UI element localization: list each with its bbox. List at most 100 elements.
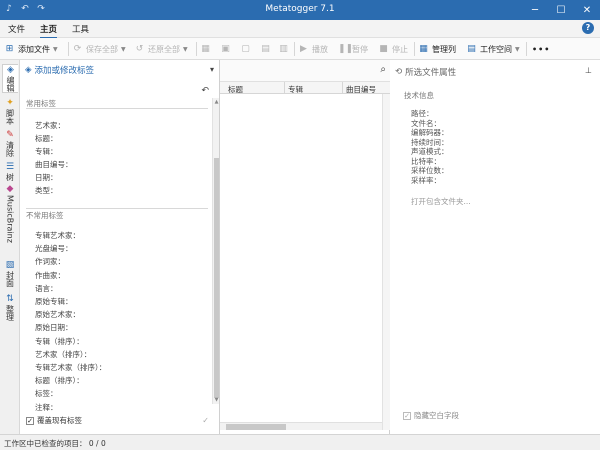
pause-button[interactable]: ❚❚ 暂停 [338, 42, 368, 56]
vtab-cover[interactable]: ▧ 封面 [2, 260, 18, 287]
tag-field-label[interactable]: 艺术家（排序）： [35, 349, 91, 360]
filter-icon: ▥ [279, 43, 288, 54]
tag-field-label[interactable]: 专辑（排序）： [35, 336, 84, 347]
scrollbar-thumb[interactable] [214, 158, 219, 398]
select-all-icon: ▣ [221, 43, 230, 54]
restore-all-label: 还原全部 [148, 44, 180, 54]
file-list-vertical-scrollbar[interactable] [382, 94, 390, 430]
organize-icon: ⇅ [6, 294, 14, 304]
column-divider[interactable] [342, 82, 343, 94]
hide-empty-fields-label: 隐藏空白字段 [414, 411, 459, 420]
column-header-title[interactable]: 标题 [228, 84, 243, 95]
tag-field-label[interactable]: 原始艺术家： [35, 309, 80, 320]
tag-field-label[interactable]: 注释： [35, 402, 58, 413]
status-text: 工作区中已检查的项目： 0 / 0 [4, 439, 106, 448]
toolbar-divider [68, 42, 69, 56]
vtab-tree[interactable]: ☰ 树 [2, 162, 18, 181]
close-button[interactable]: ✕ [574, 0, 600, 20]
script-icon: ✦ [6, 98, 14, 108]
section-divider [26, 208, 208, 209]
vtab-musicbrainz[interactable]: ◆ MusicBrainz [2, 184, 18, 243]
tag-field-label[interactable]: 曲目编号： [35, 159, 73, 170]
filter-button[interactable]: ▥ [278, 42, 289, 56]
tag-field-label[interactable]: 语言： [35, 283, 58, 294]
file-list-header: 标题 专辑 曲目编号 [220, 82, 390, 94]
reset-icon[interactable]: ↶ [201, 86, 209, 96]
pin-icon[interactable]: ⊥ [585, 66, 592, 75]
open-folder-link[interactable]: 打开包含文件夹... [411, 196, 471, 207]
checkbox-checked-icon[interactable]: ✓ [26, 416, 34, 425]
scrollbar-thumb[interactable] [226, 424, 286, 430]
toolbar-divider [196, 42, 197, 56]
tag-field-label[interactable]: 标签： [35, 388, 58, 399]
properties-header: ⟲ 所选文件属性 [395, 66, 456, 78]
more-button[interactable]: ••• [532, 42, 550, 56]
tag-panel-scrollbar[interactable]: ▲ ▼ [212, 98, 219, 404]
play-button[interactable]: ▶ 播放 [298, 42, 328, 56]
select-none-button[interactable]: ▢ [240, 42, 251, 56]
select-none-icon: ▢ [241, 43, 250, 54]
column-header-track-number[interactable]: 曲目编号 [346, 84, 376, 95]
play-icon: ▶ [300, 43, 307, 54]
manage-columns-label: 管理列 [432, 44, 456, 54]
column-header-album[interactable]: 专辑 [288, 84, 303, 95]
tag-field-label[interactable]: 作词家： [35, 256, 65, 267]
maximize-button[interactable]: ☐ [548, 0, 574, 20]
tag-field-label[interactable]: 日期： [35, 172, 58, 183]
file-search-bar[interactable]: ⌕ [220, 60, 390, 82]
help-button[interactable]: ? [582, 22, 594, 34]
tag-field-label[interactable]: 专辑艺术家： [35, 230, 80, 241]
vtab-edit[interactable]: ◈ 编辑 [2, 64, 18, 93]
tab-file[interactable]: 文件 [8, 23, 25, 35]
minimize-button[interactable]: ─ [522, 0, 548, 20]
file-list-horizontal-scrollbar[interactable] [220, 422, 382, 430]
chevron-down-icon: ▼ [183, 45, 188, 53]
stop-button[interactable]: ■ 停止 [378, 42, 408, 56]
vtab-script[interactable]: ✦ 脚本 [2, 98, 18, 125]
workspace-icon: ▤ [467, 43, 476, 54]
manage-columns-button[interactable]: ▦ 管理列 [418, 42, 456, 56]
tag-field-label[interactable]: 标题： [35, 133, 58, 144]
save-icon: ⟳ [73, 43, 82, 54]
pin-icon[interactable]: ▾ [210, 65, 214, 74]
tag-edit-icon: ◈ [25, 65, 32, 75]
tag-field-label[interactable]: 专辑艺术家（排序）： [35, 362, 106, 373]
ribbon-toolbar: ⊞ 添加文件 ▼ ⟳ 保存全部 ▼ ↺ 还原全部 ▼ ▦ ▣ ▢ ▤ ▥ ▶ 播… [0, 38, 600, 60]
tag-field-label[interactable]: 类型： [35, 185, 58, 196]
scroll-down-icon[interactable]: ▼ [213, 397, 220, 403]
properties-icon: ⟲ [395, 67, 403, 77]
tag-field-label[interactable]: 标题（排序）： [35, 375, 84, 386]
invert-selection-button[interactable]: ▤ [260, 42, 271, 56]
hide-empty-fields-checkbox[interactable]: ✓ 隐藏空白字段 [403, 410, 459, 421]
add-file-icon: ⊞ [5, 43, 14, 54]
column-divider[interactable] [284, 82, 285, 94]
tag-field-label[interactable]: 艺术家： [35, 120, 65, 131]
tag-icon: ◈ [7, 65, 14, 75]
search-icon[interactable]: ⌕ [380, 64, 386, 75]
grid-view-button[interactable]: ▦ [200, 42, 211, 56]
tag-field-label[interactable]: 专辑： [35, 146, 58, 157]
chevron-down-icon: ▼ [53, 45, 58, 53]
workspace-button[interactable]: ▤ 工作空间 ▼ [466, 42, 519, 56]
restore-all-button[interactable]: ↺ 还原全部 ▼ [134, 42, 188, 56]
properties-title: 所选文件属性 [405, 68, 457, 78]
tag-field-label[interactable]: 作曲家： [35, 270, 65, 281]
tag-field-label[interactable]: 原始专辑： [35, 296, 73, 307]
tab-tools[interactable]: 工具 [72, 23, 89, 35]
checkbox-checked-icon[interactable]: ✓ [403, 411, 411, 420]
scroll-up-icon[interactable]: ▲ [213, 99, 220, 105]
tab-home[interactable]: 主页 [40, 23, 58, 39]
cover-icon: ▧ [5, 260, 15, 270]
columns-icon: ▦ [419, 43, 428, 54]
vtab-clean[interactable]: ✎ 清除 [2, 130, 18, 157]
tag-field-label[interactable]: 原始日期： [35, 322, 73, 333]
grid-icon: ▦ [201, 43, 210, 54]
add-file-button[interactable]: ⊞ 添加文件 ▼ [4, 42, 58, 56]
apply-check-icon[interactable]: ✓ [202, 416, 209, 425]
save-all-button[interactable]: ⟳ 保存全部 ▼ [72, 42, 126, 56]
vtab-organize[interactable]: ⇅ 整理 [2, 294, 18, 321]
tree-icon: ☰ [5, 162, 15, 172]
overwrite-tags-checkbox[interactable]: ✓ 覆盖现有标签 [26, 415, 82, 426]
tag-field-label[interactable]: 光盘编号： [35, 243, 73, 254]
select-all-button[interactable]: ▣ [220, 42, 231, 56]
